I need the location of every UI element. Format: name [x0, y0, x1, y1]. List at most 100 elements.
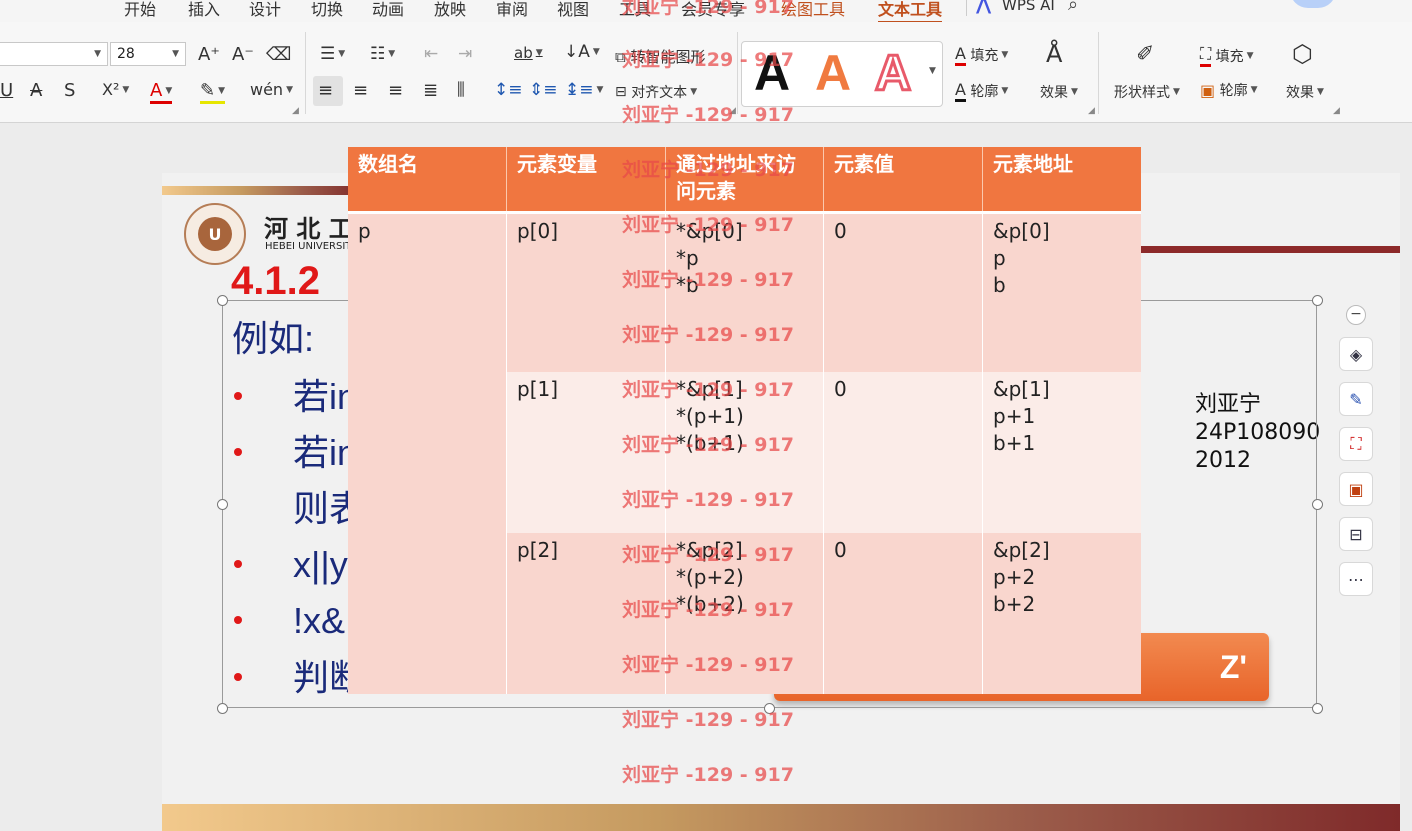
align-center-icon[interactable]: ≡ [353, 80, 368, 101]
shape-outline-button[interactable]: ▣ 轮廓 ▼ [1200, 80, 1258, 100]
font-color-icon[interactable]: A ▼ [150, 80, 173, 104]
watermark-text: 刘亚宁 -129 - 917 [622, 214, 794, 236]
resize-handle-nw[interactable] [217, 295, 228, 306]
resize-handle-se[interactable] [1312, 703, 1323, 714]
menu-animation[interactable]: 动画 [372, 0, 404, 20]
watermark-text: 刘亚宁 -129 - 917 [622, 709, 794, 731]
slide-bottom-bar [162, 804, 1400, 831]
university-name: 河 北 工 [264, 214, 353, 243]
section-number: 4.1.2 [231, 259, 320, 303]
table-cell: &p[2] p+2 b+2 [983, 533, 1141, 694]
chevron-down-icon: ▼ [172, 49, 179, 59]
shape-dialog-launcher-icon[interactable]: ◢ [1333, 106, 1340, 116]
shape-style-icon[interactable]: ✐ [1136, 42, 1154, 67]
decrease-indent-icon[interactable]: ⇤ [424, 44, 438, 64]
text-style-orange[interactable]: A [815, 48, 851, 98]
chevron-down-icon: ▼ [94, 49, 101, 59]
shape-edit-icon[interactable]: ⊟ [1339, 517, 1373, 551]
resize-handle-w[interactable] [217, 499, 228, 510]
shape-effect-button[interactable]: 效果 ▼ [1286, 82, 1324, 102]
align-text-icon: ⊟ [615, 84, 632, 100]
text-spacing-icon[interactable]: ab ▼ [514, 44, 543, 62]
paragraph-spacing-icon[interactable]: ⇕≡ [529, 80, 558, 100]
text-outline-label: 轮廓 [970, 84, 999, 100]
watermark-text: 刘亚宁 -129 - 917 [622, 489, 794, 511]
justify-icon[interactable]: ≣ [423, 80, 438, 101]
table-cell: 0 [824, 533, 983, 694]
shape-fill-button[interactable]: ⛶ 填充 ▼ [1200, 44, 1254, 67]
bullet-list-icon[interactable]: ☰ ▼ [320, 44, 345, 64]
distribute-icon[interactable]: ⫼ [457, 80, 465, 100]
resize-handle-e[interactable] [1312, 499, 1323, 510]
menu-review[interactable]: 审阅 [496, 0, 528, 20]
layers-icon[interactable]: ◈ [1339, 337, 1373, 371]
table-cell-array-name: p [348, 214, 507, 694]
table-header-cell: 数组名 [348, 147, 507, 211]
slide-header-line [1140, 246, 1400, 253]
text-style-outline[interactable]: A [873, 47, 912, 100]
resize-handle-ne[interactable] [1312, 295, 1323, 306]
text-effect-icon[interactable]: Å [1046, 40, 1062, 68]
watermark-text: 刘亚宁 -129 - 917 [622, 764, 794, 786]
menu-home[interactable]: 开始 [124, 0, 156, 20]
font-dialog-launcher-icon[interactable]: ◢ [292, 106, 299, 116]
superscript-icon[interactable]: X² ▼ [102, 80, 129, 99]
shape-outline-icon: ▣ [1200, 80, 1216, 100]
menu-text-tools[interactable]: 文本工具 [878, 0, 943, 22]
font-shrink-icon[interactable]: A⁻ [232, 44, 254, 65]
brush-icon[interactable]: ✎ [1339, 382, 1373, 416]
collapse-minus-icon[interactable]: − [1346, 305, 1366, 325]
menu-transition[interactable]: 切换 [311, 0, 343, 20]
text-style-dialog-launcher-icon[interactable]: ◢ [1088, 106, 1095, 116]
watermark-text: 刘亚宁 -129 - 917 [622, 379, 794, 401]
vertical-spacing-icon[interactable]: ↨≡ ▼ [565, 80, 603, 100]
font-grow-icon[interactable]: A⁺ [198, 44, 220, 65]
watermark-text: 刘亚宁 -129 - 917 [622, 0, 794, 18]
menu-wps-ai[interactable]: WPS AI [1002, 0, 1055, 14]
decor-badge-icon [1290, 0, 1336, 8]
phonetic-icon[interactable]: wén ▼ [250, 80, 293, 99]
watermark-text: 刘亚宁 -129 - 917 [622, 324, 794, 346]
menu-view[interactable]: 视图 [557, 0, 589, 20]
search-icon[interactable]: ⌕ [1068, 0, 1078, 15]
sort-icon[interactable]: ↓A ▼ [564, 42, 600, 62]
highlight-icon[interactable]: ✎ ▼ [200, 80, 226, 104]
table-cell: 0 [824, 372, 983, 533]
numbered-list-icon[interactable]: ☷ ▼ [370, 44, 395, 64]
shadow-s-icon[interactable]: S [64, 80, 75, 101]
gallery-more-icon[interactable]: ▼ [929, 66, 936, 76]
align-text-label: 对齐文本 [631, 85, 688, 101]
resize-handle-sw[interactable] [217, 703, 228, 714]
text-effect-label: 效果 [1040, 85, 1068, 101]
menu-insert[interactable]: 插入 [188, 0, 220, 20]
shape-effect-label: 效果 [1286, 85, 1314, 101]
font-size-field[interactable]: 28 ▼ [110, 42, 186, 66]
strikethrough-icon[interactable]: A [30, 80, 42, 101]
underline-icon[interactable]: U [0, 80, 13, 101]
shape-effect-icon[interactable]: ⬡ [1292, 40, 1313, 68]
table-header-cell: 元素地址 [983, 147, 1141, 211]
fill-bucket-icon[interactable]: ⛶ [1339, 427, 1373, 461]
menu-design[interactable]: 设计 [249, 0, 281, 20]
text-fill-button[interactable]: A 填充 ▼ [955, 44, 1008, 66]
increase-indent-icon[interactable]: ⇥ [458, 44, 472, 64]
line-spacing-icon[interactable]: ↕≡ [494, 80, 523, 100]
clear-format-icon[interactable]: ⌫ [266, 44, 291, 65]
table-cell: 0 [824, 214, 983, 372]
shape-style-button[interactable]: 形状样式 ▼ [1114, 82, 1180, 102]
watermark-text: 刘亚宁 -129 - 917 [622, 599, 794, 621]
font-name-field[interactable]: ▼ [0, 42, 108, 66]
align-text-button[interactable]: ⊟ 对齐文本 ▼ [615, 82, 697, 102]
watermark-text: 刘亚宁 -129 - 917 [622, 269, 794, 291]
outline-frame-icon[interactable]: ▣ [1339, 472, 1373, 506]
align-right-icon[interactable]: ≡ [388, 80, 403, 101]
table-cell: &p[0] p b [983, 214, 1141, 372]
shape-fill-icon: ⛶ [1200, 44, 1212, 67]
text-outline-button[interactable]: A 轮廓 ▼ [955, 80, 1008, 102]
menu-slideshow[interactable]: 放映 [434, 0, 466, 20]
text-effect-button[interactable]: 效果 ▼ [1040, 82, 1078, 102]
more-options-icon[interactable]: ⋯ [1339, 562, 1373, 596]
font-size-value: 28 [117, 46, 135, 62]
wps-ai-icon[interactable]: ⋀ [976, 0, 991, 15]
align-left-icon[interactable]: ≡ [318, 80, 333, 101]
